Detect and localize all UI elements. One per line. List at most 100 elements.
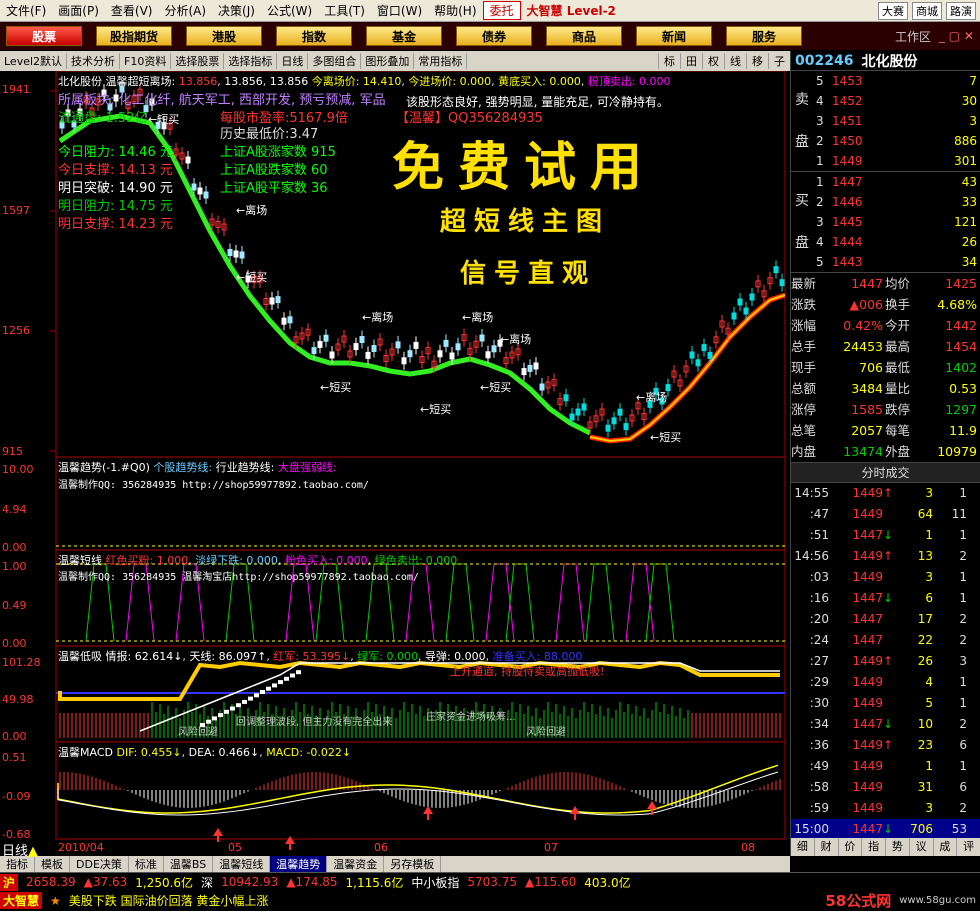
- order-row[interactable]: 3 1445 121: [813, 212, 980, 232]
- chart-area[interactable]: ←离场 ←离场 ←离场 ←离场 ←离场 ←短买 ←短买 ←短买 ←短买 ←短买 ←短买 北化股份 温…: [0, 71, 790, 856]
- trade-row[interactable]: 15:00 1447 ↓ 706 53: [791, 819, 980, 840]
- zx-index[interactable]: 5703.75: [467, 875, 517, 889]
- trade-row[interactable]: :59 1449 3 2: [791, 798, 980, 819]
- candle-body: [197, 187, 203, 195]
- order-row[interactable]: 4 1444 26: [813, 232, 980, 252]
- menu-help[interactable]: 帮助(H): [428, 2, 482, 19]
- order-price: 1447: [832, 175, 863, 189]
- nav-hk-stocks[interactable]: 港股: [186, 26, 262, 46]
- window-controls[interactable]: _ ▢ ✕: [939, 29, 974, 43]
- nav-services[interactable]: 服务: [726, 26, 802, 46]
- tab-dde[interactable]: DDE决策: [70, 856, 129, 872]
- order-row[interactable]: 4 1452 30: [813, 91, 980, 111]
- nav-news[interactable]: 新闻: [636, 26, 712, 46]
- tab-templates[interactable]: 模板: [35, 856, 70, 872]
- trade-row[interactable]: 14:55 1449 ↑ 3 1: [791, 483, 980, 504]
- f10-button[interactable]: F10资料: [120, 53, 172, 69]
- tab-wx-bs[interactable]: 温馨BS: [164, 856, 214, 872]
- candle-body: [737, 298, 743, 306]
- entrust-button[interactable]: 委托: [482, 1, 521, 20]
- sz-label: 深: [201, 875, 214, 890]
- menu-view[interactable]: 查看(V): [105, 2, 159, 19]
- nav-commodities[interactable]: 商品: [546, 26, 622, 46]
- tech-analysis-button[interactable]: 技术分析: [67, 53, 121, 69]
- signal-label: ←离场: [362, 310, 393, 324]
- toolbar-move-button[interactable]: 移: [746, 53, 768, 69]
- menu-tools[interactable]: 工具(T): [318, 2, 371, 19]
- nav-funds[interactable]: 基金: [366, 26, 442, 46]
- order-row[interactable]: 2 1446 33: [813, 192, 980, 212]
- tab-detail[interactable]: 细: [791, 838, 815, 856]
- mall-button[interactable]: 商城: [912, 1, 942, 20]
- contest-button[interactable]: 大赛: [878, 1, 908, 20]
- menu-decision[interactable]: 决策(J): [212, 2, 261, 19]
- layout-select[interactable]: Level2默认: [0, 53, 68, 69]
- candle-body: [605, 424, 611, 432]
- trade-row[interactable]: :16 1447 ↓ 6 1: [791, 588, 980, 609]
- menu-analysis[interactable]: 分析(A): [158, 2, 212, 19]
- tab-index[interactable]: 指: [862, 838, 886, 856]
- trades-list[interactable]: 14:55 1449 ↑ 3 1:47 1449 64 11:51 1447 ↓ 1 1 14:56 14…: [791, 483, 980, 840]
- toolbar-sub-button[interactable]: 子: [768, 53, 790, 69]
- stock-code[interactable]: 002246: [795, 53, 853, 69]
- tab-deals[interactable]: 成: [934, 838, 958, 856]
- workarea-label[interactable]: 工作区: [895, 28, 931, 45]
- toolbar-mark-button[interactable]: 标: [658, 53, 680, 69]
- order-row[interactable]: 1 1447 43: [813, 172, 980, 192]
- multi-chart-button[interactable]: 多图组合: [308, 53, 362, 69]
- sh-index[interactable]: 2658.39: [26, 875, 76, 889]
- roadshow-button[interactable]: 路演: [946, 1, 976, 20]
- trade-row[interactable]: :20 1447 17 2: [791, 609, 980, 630]
- trade-row[interactable]: 14:56 1449 ↑ 13 2: [791, 546, 980, 567]
- tab-review[interactable]: 评: [957, 838, 980, 856]
- news-headline[interactable]: 美股下跌 国际油价回落 黄金小幅上涨: [69, 892, 269, 909]
- tab-wx-short[interactable]: 温馨短线: [213, 856, 271, 872]
- quote-label: 总手: [791, 339, 817, 354]
- tab-price[interactable]: 价: [839, 838, 863, 856]
- tab-finance[interactable]: 财: [815, 838, 839, 856]
- intel-mark: [272, 683, 277, 688]
- tab-discuss[interactable]: 议: [910, 838, 934, 856]
- tab-wx-fund[interactable]: 温馨资金: [327, 856, 385, 872]
- sz-index[interactable]: 10942.93: [221, 875, 278, 889]
- candle-body: [395, 341, 401, 349]
- menu-view-screen[interactable]: 画面(P): [52, 2, 105, 19]
- tab-standard[interactable]: 标准: [129, 856, 164, 872]
- tab-save-template[interactable]: 另存模板: [384, 856, 442, 872]
- tab-trend[interactable]: 势: [886, 838, 910, 856]
- order-row[interactable]: 5 1453 7: [813, 71, 980, 91]
- order-row[interactable]: 5 1443 34: [813, 252, 980, 272]
- tab-wx-trend[interactable]: 温馨趋势: [270, 856, 328, 872]
- menu-formula[interactable]: 公式(W): [261, 2, 318, 19]
- menu-file[interactable]: 文件(F): [0, 2, 52, 19]
- trade-row[interactable]: :29 1449 4 1: [791, 672, 980, 693]
- order-row[interactable]: 1 1449 301: [813, 151, 980, 171]
- trade-row[interactable]: :27 1449 ↑ 26 3: [791, 651, 980, 672]
- nav-index-futures[interactable]: 股指期货: [96, 26, 172, 46]
- order-row[interactable]: 3 1451 3: [813, 111, 980, 131]
- trade-row[interactable]: :36 1449 ↑ 23 6: [791, 735, 980, 756]
- overlay-button[interactable]: 图形叠加: [361, 53, 415, 69]
- trade-row[interactable]: :58 1449 31 6: [791, 777, 980, 798]
- select-stock-button[interactable]: 选择股票: [171, 53, 225, 69]
- trade-row[interactable]: :51 1447 ↓ 1 1: [791, 525, 980, 546]
- trade-row[interactable]: :49 1449 1 1: [791, 756, 980, 777]
- trade-row[interactable]: :30 1449 5 1: [791, 693, 980, 714]
- period-select[interactable]: 日线: [277, 53, 309, 69]
- trade-row[interactable]: :34 1447 ↓ 10 2: [791, 714, 980, 735]
- nav-stocks[interactable]: 股票: [6, 26, 82, 46]
- select-indicator-button[interactable]: 选择指标: [224, 53, 278, 69]
- toolbar-grid-button[interactable]: 田: [680, 53, 702, 69]
- trade-price: 1447: [852, 822, 883, 836]
- order-row[interactable]: 2 1450 886: [813, 131, 980, 151]
- common-indicators-button[interactable]: 常用指标: [414, 53, 468, 69]
- trade-row[interactable]: :24 1447 22 2: [791, 630, 980, 651]
- trade-row[interactable]: :47 1449 64 11: [791, 504, 980, 525]
- toolbar-rights-button[interactable]: 权: [702, 53, 724, 69]
- nav-index[interactable]: 指数: [276, 26, 352, 46]
- menu-window[interactable]: 窗口(W): [371, 2, 428, 19]
- trade-row[interactable]: :03 1449 3 1: [791, 567, 980, 588]
- toolbar-line-button[interactable]: 线: [724, 53, 746, 69]
- nav-bonds[interactable]: 债券: [456, 26, 532, 46]
- candle-body: [203, 191, 209, 199]
